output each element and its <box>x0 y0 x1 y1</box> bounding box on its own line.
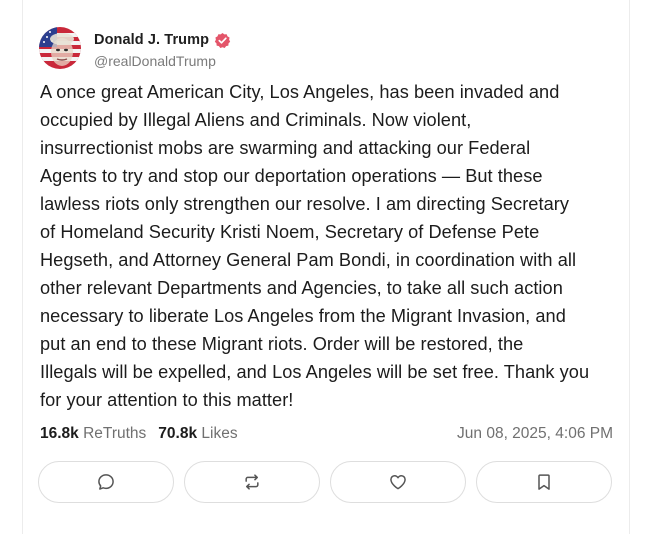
likes-stat[interactable]: 70.8k Likes <box>158 425 237 443</box>
like-button[interactable] <box>330 461 466 503</box>
bookmark-button[interactable] <box>476 461 612 503</box>
comment-icon <box>98 474 114 490</box>
post-stats: 16.8k ReTruths 70.8k Likes <box>40 425 238 443</box>
likes-count: 70.8k <box>158 425 198 442</box>
avatar[interactable] <box>39 27 81 69</box>
retruths-label: ReTruths <box>83 425 147 442</box>
action-bar <box>38 461 612 503</box>
author-row: Donald J. Trump <box>94 30 231 50</box>
retruths-count: 16.8k <box>40 425 79 442</box>
post-text: A once great American City, Los Angeles,… <box>40 82 590 410</box>
heart-icon <box>390 475 406 490</box>
retruths-stat[interactable]: 16.8k ReTruths <box>40 425 146 443</box>
author-handle[interactable]: @realDonaldTrump <box>94 53 216 69</box>
avatar-image <box>39 27 81 69</box>
repost-icon <box>245 474 259 490</box>
post-timestamp[interactable]: Jun 08, 2025, 4:06 PM <box>457 425 613 443</box>
retruth-button[interactable] <box>184 461 320 503</box>
bookmark-icon <box>538 474 550 490</box>
likes-label: Likes <box>201 425 238 442</box>
verified-badge-icon <box>214 32 231 48</box>
reply-button[interactable] <box>38 461 174 503</box>
author-display-name[interactable]: Donald J. Trump <box>94 32 209 48</box>
